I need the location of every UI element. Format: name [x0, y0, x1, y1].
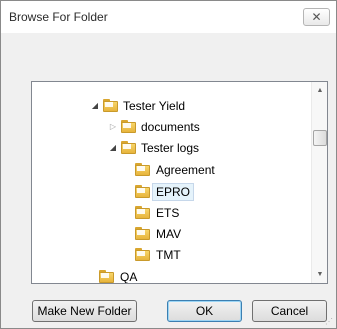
window-title: Browse For Folder — [9, 10, 108, 24]
tree-item-label: Tester Yield — [123, 99, 186, 113]
vertical-scrollbar[interactable]: ▲ ▼ — [311, 82, 327, 283]
resize-grip-icon[interactable]: ⋰ — [325, 317, 335, 327]
tree-item-tester-yield[interactable]: ◢ Tester Yield — [32, 96, 312, 116]
tree-item-epro[interactable]: EPRO — [32, 182, 312, 202]
folder-icon — [135, 248, 150, 261]
expand-arrow-icon[interactable]: ◢ — [108, 142, 118, 154]
tree-item-label: Agreement — [156, 163, 215, 177]
tree-item-label: Tester logs — [141, 141, 200, 155]
tree-item-documents[interactable]: ▷ documents — [32, 117, 312, 137]
tree-item-tester-logs[interactable]: ◢ Tester logs — [32, 138, 312, 158]
tree-item-label: QA — [120, 270, 138, 284]
tree-item-qa[interactable]: QA — [32, 267, 312, 284]
folder-tree[interactable]: ◢ Tester Yield ▷ documents ◢ Tester logs… — [31, 81, 328, 284]
close-icon: ✕ — [311, 10, 322, 24]
tree-item-ets[interactable]: ETS — [32, 203, 312, 223]
expand-arrow-icon[interactable]: ◢ — [90, 100, 100, 112]
close-button[interactable]: ✕ — [303, 8, 330, 26]
tree-item-tmt[interactable]: TMT — [32, 245, 312, 265]
tree-item-label: MAV — [156, 227, 182, 241]
collapsed-arrow-icon[interactable]: ▷ — [108, 121, 118, 133]
scroll-down-icon[interactable]: ▼ — [312, 266, 327, 283]
folder-icon — [103, 99, 118, 112]
tree-item-label: ETS — [156, 206, 180, 220]
folder-icon — [121, 120, 136, 133]
scrollbar-thumb[interactable] — [313, 130, 327, 146]
tree-item-label: EPRO — [152, 183, 195, 201]
tree-item-label: TMT — [156, 248, 181, 262]
folder-icon — [135, 227, 150, 240]
browse-for-folder-dialog: Browse For Folder ✕ ◢ Tester Yield ▷ doc… — [0, 0, 337, 329]
scroll-up-icon[interactable]: ▲ — [312, 82, 327, 99]
folder-icon — [99, 270, 114, 283]
tree-item-label: documents — [141, 120, 200, 134]
tree-item-mav[interactable]: MAV — [32, 224, 312, 244]
title-bar: Browse For Folder ✕ — [1, 1, 336, 33]
folder-icon — [135, 206, 150, 219]
folder-icon — [135, 163, 150, 176]
cancel-button[interactable]: Cancel — [252, 300, 327, 322]
tree-item-agreement[interactable]: Agreement — [32, 160, 312, 180]
ok-button[interactable]: OK — [167, 300, 242, 322]
folder-icon — [121, 141, 136, 154]
make-new-folder-button[interactable]: Make New Folder — [32, 300, 137, 322]
folder-icon — [135, 185, 150, 198]
